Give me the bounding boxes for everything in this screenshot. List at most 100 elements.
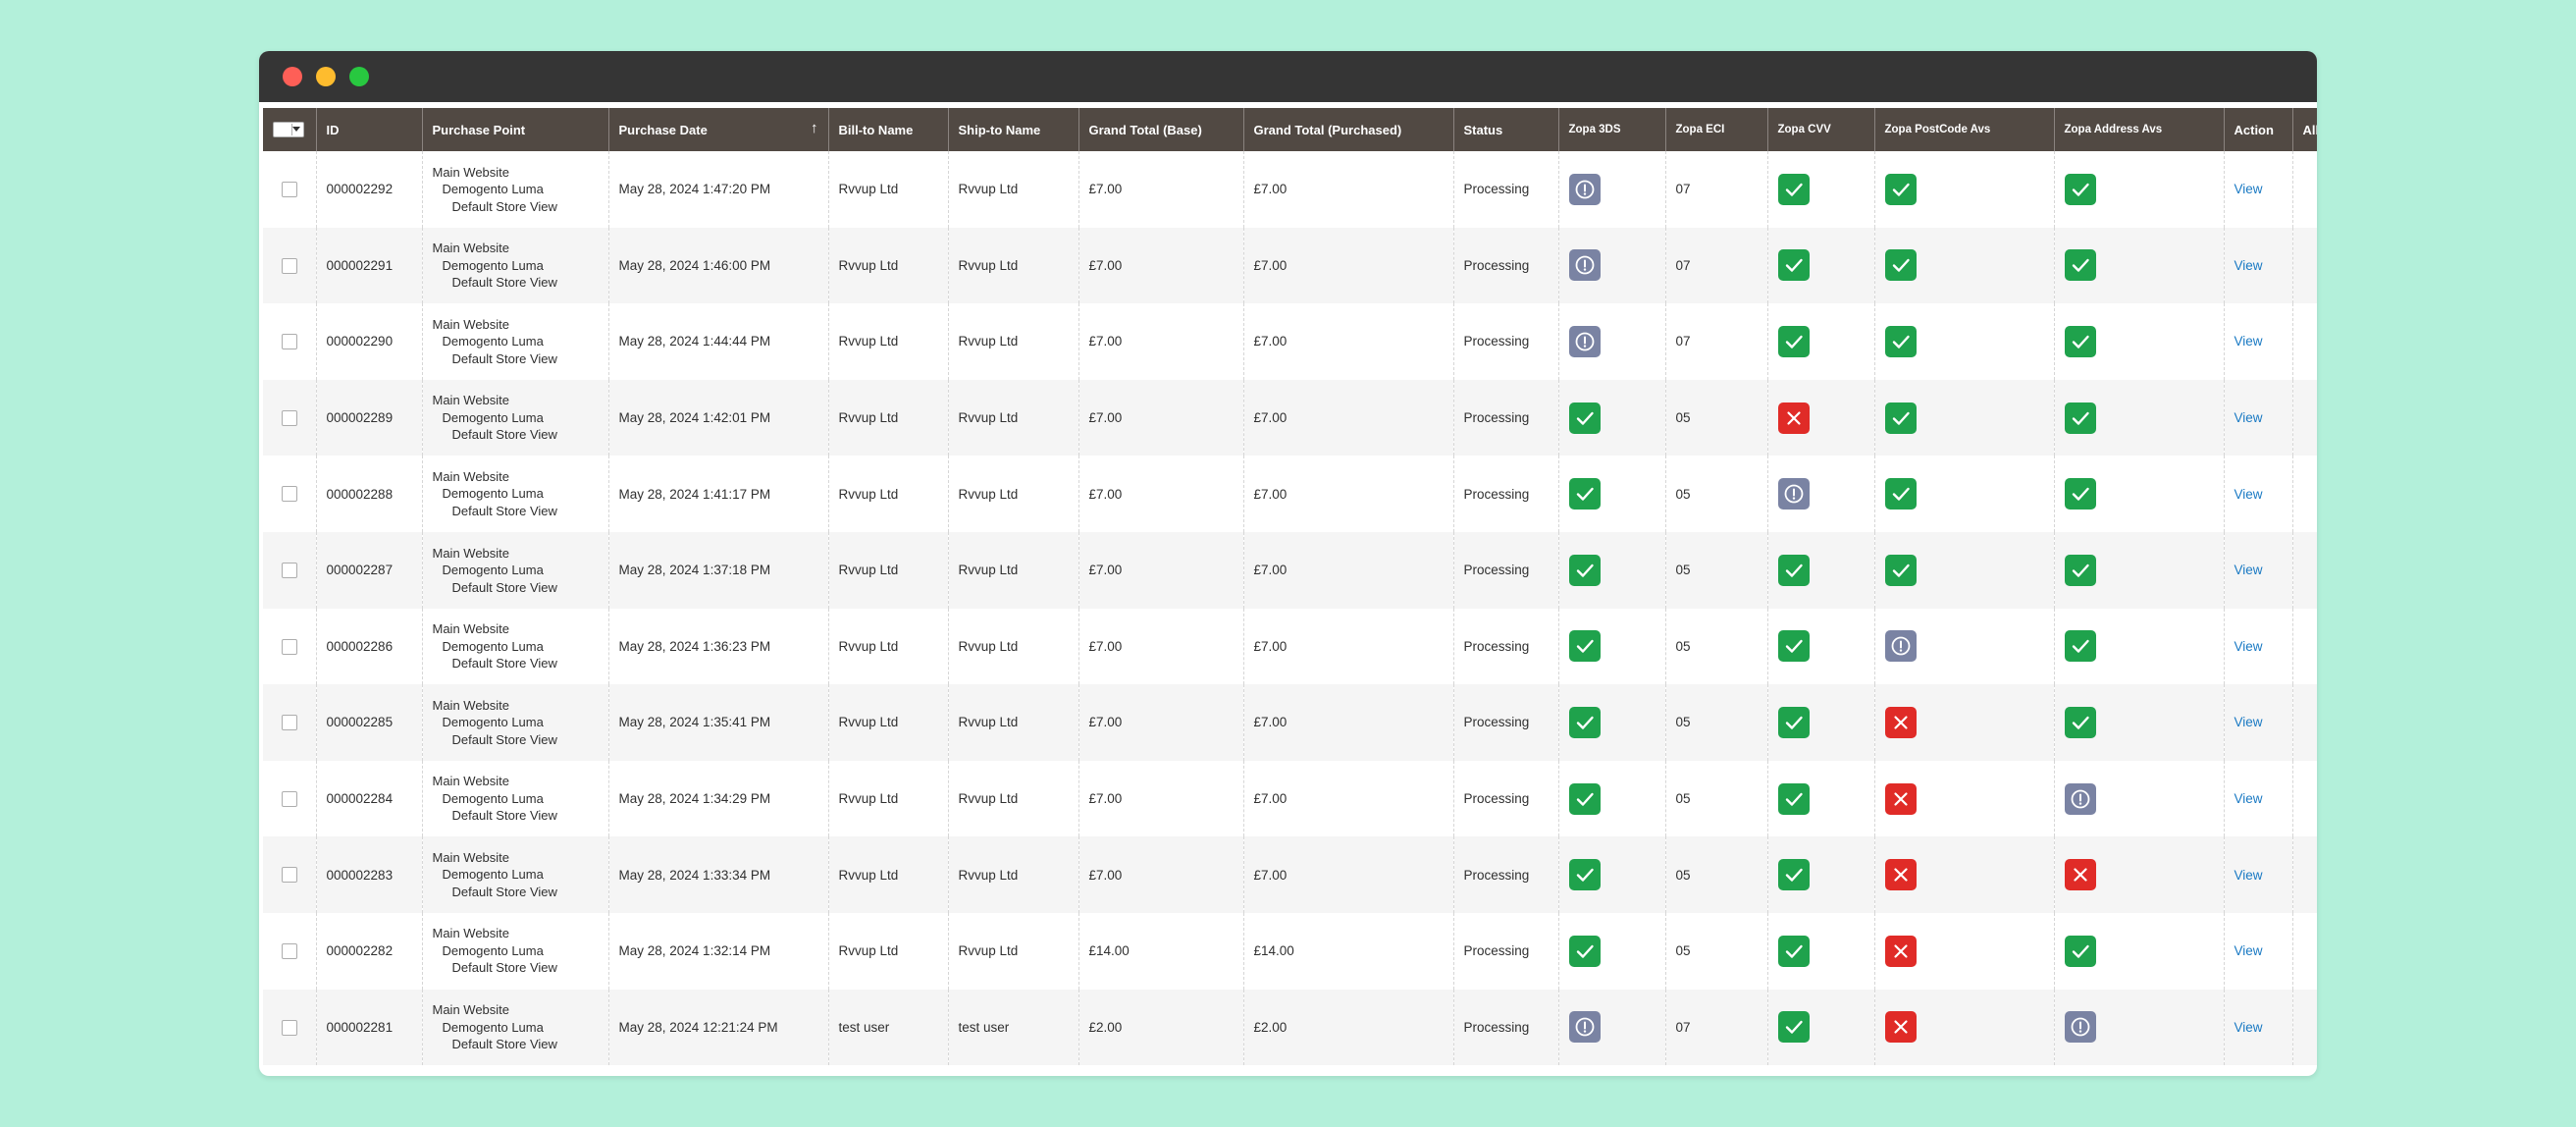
table-row[interactable]: 000002287 Main Website Demogento Luma Defau… bbox=[263, 531, 2317, 609]
check-icon bbox=[2064, 935, 2096, 967]
row-checkbox[interactable] bbox=[281, 715, 297, 731]
cell-allocated bbox=[2292, 227, 2317, 304]
check-icon bbox=[2064, 249, 2096, 282]
column-header-grand-total-purchased[interactable]: Grand Total (Purchased) bbox=[1243, 108, 1454, 151]
maximize-window-button[interactable] bbox=[349, 67, 369, 86]
row-checkbox[interactable] bbox=[281, 790, 297, 807]
cross-icon bbox=[1884, 1011, 1917, 1044]
purchase-point-store: Demogento Luma bbox=[442, 409, 544, 425]
view-order-link[interactable]: View bbox=[2234, 791, 2263, 806]
cell-allocated bbox=[2292, 760, 2317, 837]
column-header-allocated[interactable]: All bbox=[2292, 108, 2317, 151]
cell-ship-to: Rvvup Ltd bbox=[948, 379, 1079, 456]
column-header-ship-to[interactable]: Ship-to Name bbox=[948, 108, 1079, 151]
window-titlebar bbox=[259, 51, 2317, 102]
cross-icon bbox=[2064, 859, 2096, 891]
row-checkbox[interactable] bbox=[281, 867, 297, 884]
column-header-zopa-eci[interactable]: Zopa ECI bbox=[1665, 108, 1768, 151]
row-checkbox[interactable] bbox=[281, 1019, 297, 1036]
cell-id: 000002290 bbox=[316, 303, 423, 380]
close-window-button[interactable] bbox=[283, 67, 302, 86]
row-checkbox[interactable] bbox=[281, 942, 297, 959]
column-header-grand-total-base[interactable]: Grand Total (Base) bbox=[1078, 108, 1244, 151]
row-checkbox[interactable] bbox=[281, 334, 297, 350]
row-checkbox[interactable] bbox=[281, 562, 297, 578]
cell-purchase-date: May 28, 2024 1:34:29 PM bbox=[608, 760, 829, 837]
cell-grand-total-purchased: £7.00 bbox=[1243, 608, 1454, 685]
cell-zopa-3ds bbox=[1558, 303, 1666, 380]
cell-grand-total-base: £7.00 bbox=[1078, 456, 1244, 532]
cell-bill-to: Rvvup Ltd bbox=[828, 836, 949, 913]
cell-id: 000002283 bbox=[316, 836, 423, 913]
table-row[interactable]: 000002289 Main Website Demogento Luma Defau… bbox=[263, 379, 2317, 456]
view-order-link[interactable]: View bbox=[2234, 868, 2263, 883]
table-row[interactable]: 000002292 Main Website Demogento Luma Defau… bbox=[263, 151, 2317, 228]
minimize-window-button[interactable] bbox=[316, 67, 336, 86]
view-order-link[interactable]: View bbox=[2234, 334, 2263, 349]
cell-purchase-date: May 28, 2024 1:47:20 PM bbox=[608, 151, 829, 228]
table-row[interactable]: 000002288 Main Website Demogento Luma Defau… bbox=[263, 456, 2317, 532]
cross-icon bbox=[1884, 782, 1917, 815]
purchase-point-store-view: Default Store View bbox=[451, 198, 557, 214]
cell-bill-to: Rvvup Ltd bbox=[828, 608, 949, 685]
mass-select-header[interactable] bbox=[263, 108, 317, 151]
row-checkbox[interactable] bbox=[281, 486, 297, 503]
table-row[interactable]: 000002286 Main Website Demogento Luma Defau… bbox=[263, 608, 2317, 685]
cell-zopa-postcode-avs bbox=[1874, 227, 2055, 304]
cell-id: 000002286 bbox=[316, 608, 423, 685]
cell-zopa-cvv bbox=[1767, 379, 1875, 456]
purchase-point-hierarchy: Main Website Demogento Luma Default Store … bbox=[433, 392, 599, 444]
purchase-point-hierarchy: Main Website Demogento Luma Default Store … bbox=[433, 316, 599, 368]
cell-grand-total-base: £7.00 bbox=[1078, 684, 1244, 761]
mass-select-dropdown[interactable] bbox=[273, 122, 304, 138]
cell-action: View bbox=[2224, 456, 2293, 532]
table-row[interactable]: 000002290 Main Website Demogento Luma Defau… bbox=[263, 303, 2317, 380]
table-row[interactable]: 000002282 Main Website Demogento Luma Defau… bbox=[263, 912, 2317, 990]
view-order-link[interactable]: View bbox=[2234, 410, 2263, 425]
column-header-purchase-date[interactable]: Purchase Date ↑ bbox=[608, 108, 829, 151]
column-header-id[interactable]: ID bbox=[316, 108, 423, 151]
cell-ship-to: Rvvup Ltd bbox=[948, 684, 1079, 761]
row-checkbox[interactable] bbox=[281, 638, 297, 655]
view-order-link[interactable]: View bbox=[2234, 487, 2263, 502]
view-order-link[interactable]: View bbox=[2234, 943, 2263, 958]
check-icon bbox=[1777, 325, 1810, 357]
table-row[interactable]: 000002285 Main Website Demogento Luma Defau… bbox=[263, 684, 2317, 761]
table-row[interactable]: 000002291 Main Website Demogento Luma Defau… bbox=[263, 227, 2317, 304]
view-order-link[interactable]: View bbox=[2234, 258, 2263, 273]
check-icon bbox=[1884, 478, 1917, 510]
row-checkbox[interactable] bbox=[281, 182, 297, 198]
column-header-bill-to[interactable]: Bill-to Name bbox=[828, 108, 949, 151]
row-checkbox[interactable] bbox=[281, 257, 297, 274]
view-order-link[interactable]: View bbox=[2234, 639, 2263, 654]
column-header-zopa-cvv[interactable]: Zopa CVV bbox=[1767, 108, 1875, 151]
purchase-point-store-view: Default Store View bbox=[451, 656, 557, 671]
view-order-link[interactable]: View bbox=[2234, 1020, 2263, 1035]
cell-ship-to: Rvvup Ltd bbox=[948, 531, 1079, 609]
cell-purchase-point: Main Website Demogento Luma Default Store … bbox=[422, 151, 609, 228]
cell-id: 000002287 bbox=[316, 531, 423, 609]
view-order-link[interactable]: View bbox=[2234, 182, 2263, 196]
column-header-purchase-point[interactable]: Purchase Point bbox=[422, 108, 609, 151]
view-order-link[interactable]: View bbox=[2234, 715, 2263, 729]
table-row[interactable]: 000002284 Main Website Demogento Luma Defau… bbox=[263, 760, 2317, 837]
cell-select bbox=[263, 227, 317, 304]
cell-id: 000002284 bbox=[316, 760, 423, 837]
row-checkbox[interactable] bbox=[281, 409, 297, 426]
cell-zopa-postcode-avs bbox=[1874, 989, 2055, 1066]
cell-ship-to: Rvvup Ltd bbox=[948, 912, 1079, 990]
cell-zopa-address-avs bbox=[2054, 531, 2225, 609]
column-header-zopa-3ds[interactable]: Zopa 3DS bbox=[1558, 108, 1666, 151]
cell-zopa-eci: 07 bbox=[1665, 303, 1768, 380]
cell-allocated bbox=[2292, 684, 2317, 761]
column-header-status[interactable]: Status bbox=[1453, 108, 1559, 151]
cell-allocated bbox=[2292, 989, 2317, 1066]
table-row[interactable]: 000002281 Main Website Demogento Luma Defau… bbox=[263, 989, 2317, 1066]
table-row[interactable]: 000002283 Main Website Demogento Luma Defau… bbox=[263, 836, 2317, 913]
view-order-link[interactable]: View bbox=[2234, 563, 2263, 577]
cell-allocated bbox=[2292, 456, 2317, 532]
column-header-zopa-postcode-avs[interactable]: Zopa PostCode Avs bbox=[1874, 108, 2055, 151]
cell-grand-total-base: £7.00 bbox=[1078, 836, 1244, 913]
column-header-zopa-address-avs[interactable]: Zopa Address Avs bbox=[2054, 108, 2225, 151]
purchase-point-store: Demogento Luma bbox=[442, 334, 544, 349]
